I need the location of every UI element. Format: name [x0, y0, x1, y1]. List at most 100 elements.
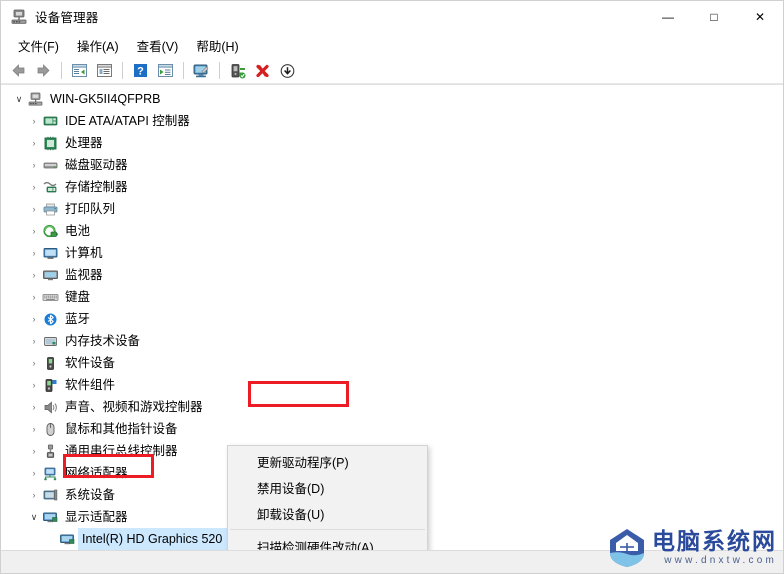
tree-item-keyboards[interactable]: › 键盘: [1, 286, 783, 308]
chevron-down-icon[interactable]: ∨: [11, 88, 27, 110]
network-adapter-icon: [42, 465, 59, 482]
list-view-icon[interactable]: [153, 60, 177, 82]
tree-item-software-devices[interactable]: › 软件设备: [1, 352, 783, 374]
tree-item-memory-technology-devices[interactable]: › 内存技术设备: [1, 330, 783, 352]
tree-item-sound-video-game-controllers[interactable]: › 声音、视频和游戏控制器: [1, 396, 783, 418]
chevron-down-icon[interactable]: ∨: [26, 506, 42, 528]
menu-view[interactable]: 查看(V): [128, 33, 188, 58]
system-device-icon: [42, 487, 59, 504]
close-button[interactable]: ✕: [737, 1, 783, 33]
tree-item-processor[interactable]: › 处理器: [1, 132, 783, 154]
toolbar-separator: [219, 62, 220, 79]
tree-root-node[interactable]: ∨ WIN-GK5II4QFPRB: [1, 88, 783, 110]
ctx-update-driver[interactable]: 更新驱动程序(P): [228, 448, 427, 474]
software-component-icon: [42, 377, 59, 394]
menu-help[interactable]: 帮助(H): [187, 33, 247, 58]
toolbar: ?: [1, 58, 783, 84]
properties-icon[interactable]: [92, 60, 116, 82]
tree-item-label: 处理器: [65, 136, 103, 150]
computer-root-icon: [27, 91, 44, 108]
chevron-right-icon[interactable]: ›: [26, 198, 42, 220]
update-driver-icon[interactable]: [225, 60, 249, 82]
tree-item-computer[interactable]: › 计算机: [1, 242, 783, 264]
print-queue-icon: [42, 201, 59, 218]
tree-item-label: 显示适配器: [65, 510, 128, 524]
tree-item-label: Intel(R) HD Graphics 520: [78, 528, 228, 550]
ctx-uninstall-device[interactable]: 卸载设备(U): [228, 500, 427, 526]
device-tree-panel[interactable]: ∨ WIN-GK5II4QFPRB › IDE ATA/ATAPI 控制器 › …: [1, 84, 783, 550]
scan-hardware-changes-icon[interactable]: [189, 60, 213, 82]
chevron-right-icon[interactable]: ›: [26, 418, 42, 440]
tree-item-ide-controller[interactable]: › IDE ATA/ATAPI 控制器: [1, 110, 783, 132]
chevron-right-icon[interactable]: ›: [26, 330, 42, 352]
title-bar: 设备管理器 — □ ✕: [1, 1, 783, 33]
chevron-right-icon[interactable]: ›: [26, 484, 42, 506]
chevron-right-icon[interactable]: ›: [26, 176, 42, 198]
forward-icon[interactable]: [31, 60, 55, 82]
context-menu: 更新驱动程序(P) 禁用设备(D) 卸载设备(U) 扫描检测硬件改动(A) 属性…: [227, 445, 428, 550]
chevron-right-icon[interactable]: ›: [26, 396, 42, 418]
bluetooth-icon: [42, 311, 59, 328]
tree-item-label: 键盘: [65, 290, 91, 304]
ctx-scan-hardware-changes[interactable]: 扫描检测硬件改动(A): [228, 533, 427, 551]
storage-controller-icon: [42, 179, 59, 196]
uninstall-device-icon[interactable]: [250, 60, 274, 82]
tree-item-label: IDE ATA/ATAPI 控制器: [65, 114, 190, 128]
minimize-button[interactable]: —: [645, 1, 691, 33]
chevron-right-icon[interactable]: ›: [26, 462, 42, 484]
tree-item-mice-and-pointing-devices[interactable]: › 鼠标和其他指针设备: [1, 418, 783, 440]
tree-item-label: 软件组件: [65, 378, 116, 392]
window-title: 设备管理器: [35, 11, 99, 25]
chevron-right-icon[interactable]: ›: [26, 352, 42, 374]
tree-item-storage-controllers[interactable]: › 存储控制器: [1, 176, 783, 198]
ide-controller-icon: [42, 113, 59, 130]
tree-item-label: 网络适配器: [65, 466, 128, 480]
ctx-disable-device[interactable]: 禁用设备(D): [228, 474, 427, 500]
chevron-right-icon[interactable]: ›: [26, 440, 42, 462]
tree-item-label: 软件设备: [65, 356, 116, 370]
tree-item-monitors[interactable]: › 监视器: [1, 264, 783, 286]
chevron-right-icon[interactable]: ›: [26, 374, 42, 396]
tree-item-batteries[interactable]: › 电池: [1, 220, 783, 242]
menu-bar: 文件(F) 操作(A) 查看(V) 帮助(H): [1, 33, 783, 58]
status-bar: [1, 550, 783, 573]
tree-item-print-queues[interactable]: › 打印队列: [1, 198, 783, 220]
maximize-button[interactable]: □: [691, 1, 737, 33]
menu-file[interactable]: 文件(F): [9, 33, 68, 58]
chevron-right-icon[interactable]: ›: [26, 286, 42, 308]
tree-item-bluetooth[interactable]: › 蓝牙: [1, 308, 783, 330]
show-hide-console-tree-icon[interactable]: [67, 60, 91, 82]
tree-item-label: 存储控制器: [65, 180, 128, 194]
tree-item-disk-drives[interactable]: › 磁盘驱动器: [1, 154, 783, 176]
toolbar-separator: [122, 62, 123, 79]
tree-item-label: 打印队列: [65, 202, 116, 216]
chevron-right-icon[interactable]: ›: [26, 220, 42, 242]
chevron-right-icon[interactable]: ›: [26, 308, 42, 330]
tree-item-label: 监视器: [65, 268, 103, 282]
svg-text:?: ?: [137, 66, 144, 78]
tree-item-software-components[interactable]: › 软件组件: [1, 374, 783, 396]
chevron-right-icon[interactable]: ›: [26, 242, 42, 264]
tree-item-label: 系统设备: [65, 488, 116, 502]
chevron-right-icon[interactable]: ›: [26, 110, 42, 132]
tree-item-label: 电池: [65, 224, 91, 238]
processor-icon: [42, 135, 59, 152]
help-icon[interactable]: ?: [128, 60, 152, 82]
battery-icon: [42, 223, 59, 240]
display-adapter-child-icon: [59, 531, 76, 548]
disable-device-icon[interactable]: [275, 60, 299, 82]
tree-item-label: 鼠标和其他指针设备: [65, 422, 178, 436]
usb-controller-icon: [42, 443, 59, 460]
keyboard-icon: [42, 289, 59, 306]
display-adapter-icon: [42, 509, 59, 526]
tree-item-label: 通用串行总线控制器: [65, 444, 178, 458]
back-icon[interactable]: [6, 60, 30, 82]
chevron-right-icon[interactable]: ›: [26, 154, 42, 176]
tree-item-label: 内存技术设备: [65, 334, 141, 348]
context-menu-separator: [230, 529, 425, 530]
menu-action[interactable]: 操作(A): [68, 33, 128, 58]
software-device-icon: [42, 355, 59, 372]
chevron-right-icon[interactable]: ›: [26, 132, 42, 154]
device-manager-window: 设备管理器 — □ ✕ 文件(F) 操作(A) 查看(V) 帮助(H) ? ∨ …: [0, 0, 784, 574]
chevron-right-icon[interactable]: ›: [26, 264, 42, 286]
